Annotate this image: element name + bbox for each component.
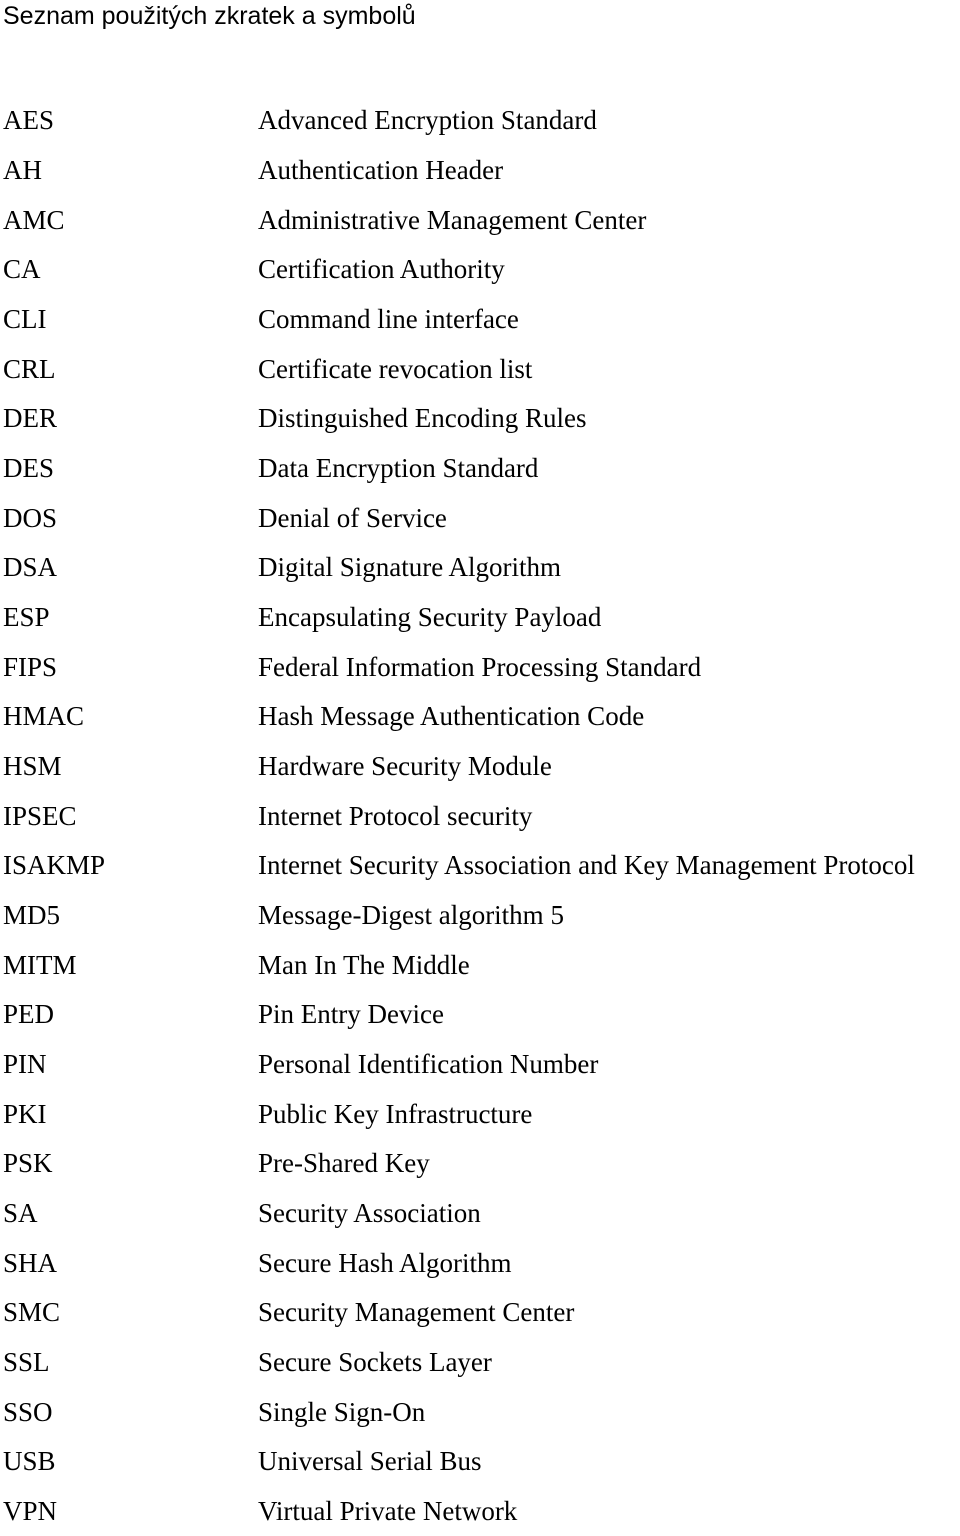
abbreviation: DOS (3, 502, 58, 533)
abbreviation: SSO (3, 1396, 53, 1427)
abbreviation-row: AES Advanced Encryption Standard (0, 96, 960, 146)
abbreviation-row: FIPS Federal Information Processing Stand… (0, 642, 960, 692)
abbreviation: SSL (3, 1347, 50, 1378)
definition: Distinguished Encoding Rules (258, 403, 587, 434)
abbreviation: VPN (3, 1496, 58, 1527)
abbreviation-row: ISAKMP Internet Security Association and … (0, 841, 960, 891)
abbreviation-row: CA Certification Authority (0, 245, 960, 295)
abbreviation: AH (3, 155, 42, 185)
abbreviation: SA (3, 1198, 38, 1229)
definition: Virtual Private Network (258, 1496, 518, 1527)
abbreviation: DSA (3, 552, 58, 583)
definition: Personal Identification Number (258, 1049, 599, 1080)
abbreviation-row: DER Distinguished Encoding Rules (0, 394, 960, 444)
definition: Security Management Center (258, 1297, 575, 1328)
abbreviation: DES (3, 453, 55, 484)
definition: Authentication Header (258, 155, 504, 185)
abbreviation: CA (3, 254, 41, 285)
abbreviation: ESP (3, 602, 50, 633)
abbreviation-row: ESP Encapsulating Security Payload (0, 593, 960, 643)
abbreviation: AMC (3, 204, 65, 235)
definition: Data Encryption Standard (258, 453, 539, 484)
definition: Digital Signature Algorithm (258, 552, 561, 583)
definition: Pre-Shared Key (258, 1148, 430, 1179)
abbreviation-row: DOS Denial of Service (0, 493, 960, 543)
abbreviation-row: USB Universal Serial Bus (0, 1437, 960, 1487)
abbreviation-row: VPN Virtual Private Network (0, 1487, 960, 1536)
definition: Single Sign-On (258, 1396, 426, 1427)
definition: Certificate revocation list (258, 353, 533, 384)
abbreviation: FIPS (3, 651, 58, 682)
abbreviation-row: PED Pin Entry Device (0, 990, 960, 1040)
abbreviation-row: SA Security Association (0, 1189, 960, 1239)
abbreviation: SMC (3, 1297, 61, 1328)
abbreviation: PKI (3, 1098, 47, 1129)
definition: Message-Digest algorithm 5 (258, 900, 564, 931)
abbreviation: CLI (3, 304, 47, 335)
definition: Administrative Management Center (258, 204, 647, 235)
abbreviation: SHA (3, 1247, 58, 1278)
definition: Denial of Service (258, 502, 447, 533)
abbreviation: MD5 (3, 900, 61, 931)
abbreviation-row: DES Data Encryption Standard (0, 444, 960, 494)
abbreviation-row: SMC Security Management Center (0, 1288, 960, 1338)
abbreviation-row: AH Authentication Header (0, 146, 960, 196)
definition: Secure Sockets Layer (258, 1347, 492, 1378)
definition: Hardware Security Module (258, 751, 552, 782)
abbreviation-row: SSO Single Sign-On (0, 1387, 960, 1437)
page-title: Seznam použitých zkratek a symbolů (3, 2, 416, 30)
abbreviation: MITM (3, 949, 77, 980)
abbreviation-row: DSA Digital Signature Algorithm (0, 543, 960, 593)
abbreviation: PSK (3, 1148, 53, 1179)
abbreviation: PED (3, 999, 55, 1030)
abbreviation: HSM (3, 751, 62, 782)
definition: Command line interface (258, 304, 519, 335)
definition: Certification Authority (258, 254, 505, 285)
abbreviation: HMAC (3, 701, 85, 732)
abbreviation: AES (3, 105, 55, 136)
abbreviation: IPSEC (3, 800, 77, 831)
abbreviation: DER (3, 403, 57, 434)
definition: Encapsulating Security Payload (258, 602, 602, 633)
abbreviation-list: AES Advanced Encryption Standard AH Authent… (0, 96, 960, 1536)
abbreviation: USB (3, 1446, 56, 1477)
abbreviation-row: CRL Certificate revocation list (0, 344, 960, 394)
abbreviation-row: IPSEC Internet Protocol security (0, 791, 960, 841)
definition: Security Association (258, 1198, 481, 1229)
abbreviation-row: SHA Secure Hash Algorithm (0, 1238, 960, 1288)
abbreviation-row: PIN Personal Identification Number (0, 1040, 960, 1090)
definition: Federal Information Processing Standard (258, 651, 702, 682)
abbreviation-row: AMC Administrative Management Center (0, 195, 960, 245)
definition: Public Key Infrastructure (258, 1098, 533, 1129)
abbreviation: CRL (3, 353, 56, 384)
abbreviation-row: SSL Secure Sockets Layer (0, 1338, 960, 1388)
abbreviation-row: HMAC Hash Message Authentication Code (0, 692, 960, 742)
definition: Pin Entry Device (258, 999, 444, 1030)
definition: Internet Security Association and Key Ma… (258, 850, 915, 881)
abbreviation: PIN (3, 1049, 47, 1080)
abbreviation-row: HSM Hardware Security Module (0, 742, 960, 792)
definition: Internet Protocol security (258, 800, 533, 831)
abbreviation-row: MITM Man In The Middle (0, 940, 960, 990)
abbreviation-row: CLI Command line interface (0, 295, 960, 345)
definition: Universal Serial Bus (258, 1446, 482, 1477)
abbreviation-row: PKI Public Key Infrastructure (0, 1089, 960, 1139)
abbreviation-row: PSK Pre-Shared Key (0, 1139, 960, 1189)
abbreviation: ISAKMP (3, 850, 106, 881)
definition: Hash Message Authentication Code (258, 701, 645, 732)
definition: Secure Hash Algorithm (258, 1247, 512, 1278)
definition: Man In The Middle (258, 949, 470, 980)
definition: Advanced Encryption Standard (258, 105, 597, 136)
abbreviation-row: MD5 Message-Digest algorithm 5 (0, 891, 960, 941)
